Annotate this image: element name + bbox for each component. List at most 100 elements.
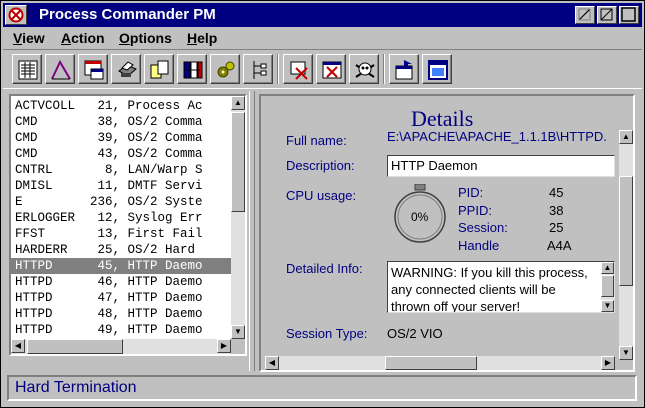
details-pane: Details Full name: E:\APACHE\APACHE_1.1.… — [259, 94, 635, 372]
process-pid: 47, — [82, 291, 128, 305]
process-listbox[interactable]: ACTVCOLL 21, Process Ac CMD 38, OS/2 Comm… — [11, 96, 231, 339]
skull-icon[interactable] — [349, 54, 379, 84]
menu-view[interactable]: View — [13, 30, 45, 46]
menu-action-rest: ction — [71, 30, 105, 46]
window-list-icon[interactable] — [78, 54, 108, 84]
process-description: LAN/Warp S — [127, 163, 203, 177]
process-pid: 21, — [82, 99, 128, 113]
process-row[interactable]: HTTPD 46, HTTP Daemo — [11, 274, 231, 290]
printer-icon[interactable] — [111, 54, 141, 84]
pid-value: 45 — [549, 185, 564, 200]
process-row[interactable]: HTTPD 49, HTTP Daemo — [11, 322, 231, 338]
copy-icon[interactable] — [144, 54, 174, 84]
hide-button[interactable] — [575, 6, 595, 24]
process-description: HTTP Daemo — [127, 307, 203, 321]
gears-icon[interactable] — [210, 54, 240, 84]
process-pid: 46, — [82, 275, 128, 289]
process-name: ERLOGGER — [15, 211, 83, 225]
export-icon[interactable] — [389, 54, 419, 84]
process-row[interactable]: CMD 39, OS/2 Comma — [11, 130, 231, 146]
process-name: E — [15, 195, 83, 209]
process-description: Process Ac — [127, 99, 203, 113]
process-row[interactable]: CNTRL 8, LAN/Warp S — [11, 162, 231, 178]
process-pid: 236, — [82, 195, 128, 209]
process-row[interactable]: ERLOGGER 12, Syslog Err — [11, 210, 231, 226]
detailed-info-field[interactable]: WARNING: If you kill this process, any c… — [387, 261, 615, 313]
scroll-up-arrow-icon[interactable]: ▲ — [231, 96, 245, 110]
menu-help[interactable]: Help — [187, 30, 217, 46]
tree-icon[interactable] — [243, 54, 273, 84]
info-scroll-up-arrow-icon[interactable]: ▲ — [601, 262, 614, 274]
system-menu-icon[interactable] — [5, 5, 27, 25]
details-scroll-up-arrow-icon[interactable]: ▲ — [619, 130, 633, 144]
detailed-info-label: Detailed Info: — [286, 261, 363, 276]
process-description: Syslog Err — [127, 211, 203, 225]
scroll-corner — [231, 339, 245, 354]
pane-splitter[interactable] — [249, 91, 255, 371]
handle-label: Handle — [458, 238, 500, 253]
graph-icon[interactable] — [45, 54, 75, 84]
scroll-left-arrow-icon[interactable]: ◀ — [11, 339, 25, 353]
process-row[interactable]: ACTVCOLL 21, Process Ac — [11, 98, 231, 114]
process-description: HTTP Daemo — [127, 259, 203, 273]
process-description: DMTF Servi — [127, 179, 203, 193]
process-description: OS/2 Comma — [127, 147, 203, 161]
process-row[interactable]: CMD 38, OS/2 Comma — [11, 114, 231, 130]
toolbar — [3, 49, 642, 89]
session-type-value: OS/2 VIO — [387, 326, 443, 341]
process-pid: 48, — [82, 307, 128, 321]
process-pid: 25, — [82, 243, 128, 257]
session-value: 25 — [549, 220, 564, 235]
title-bar[interactable]: Process Commander PM — [3, 3, 642, 27]
process-description: OS/2 Comma — [127, 131, 203, 145]
menu-action[interactable]: Action — [61, 30, 105, 46]
close-window-icon[interactable] — [316, 54, 346, 84]
process-name: CMD — [15, 115, 83, 129]
process-list-vscroll-thumb[interactable] — [231, 112, 245, 212]
list-icon[interactable] — [12, 54, 42, 84]
window-icon[interactable] — [422, 54, 452, 84]
process-pid: 38, — [82, 115, 128, 129]
kill-icon[interactable] — [283, 54, 313, 84]
process-name: HTTPD — [15, 275, 83, 289]
menu-bar: View Action Options Help — [3, 28, 642, 48]
details-vscrollbar[interactable]: ▲ ▼ — [619, 130, 633, 360]
process-list-hscrollbar[interactable]: ◀ ▶ — [11, 339, 231, 354]
scroll-right-arrow-icon[interactable]: ▶ — [217, 339, 231, 353]
details-hscrollbar[interactable]: ◀ ▶ — [265, 356, 615, 370]
status-bar: Hard Termination — [7, 375, 637, 401]
info-scroll-down-arrow-icon[interactable]: ▼ — [601, 300, 614, 312]
details-scroll-right-arrow-icon[interactable]: ▶ — [601, 356, 615, 370]
info-scroll-thumb[interactable] — [601, 275, 614, 297]
process-description: HTTP Daemo — [127, 323, 203, 337]
maximize-button[interactable] — [619, 6, 639, 24]
scroll-down-arrow-icon[interactable]: ▼ — [231, 325, 245, 339]
process-description: First Fail — [127, 227, 203, 241]
process-row[interactable]: E 236, OS/2 Syste — [11, 194, 231, 210]
details-scroll-left-arrow-icon[interactable]: ◀ — [265, 356, 279, 370]
menu-options-rest: ptions — [129, 30, 172, 46]
details-vscroll-thumb[interactable] — [619, 176, 633, 286]
process-name: HARDERR — [15, 243, 83, 257]
process-row[interactable]: FFST 13, First Fail — [11, 226, 231, 242]
details-hscroll-thumb[interactable] — [385, 356, 477, 370]
detailed-info-scrollbar[interactable]: ▲ ▼ — [601, 262, 614, 312]
process-name: HTTPD — [15, 323, 83, 337]
process-row[interactable]: HARDERR 25, OS/2 Hard — [11, 242, 231, 258]
menu-options[interactable]: Options — [119, 30, 172, 46]
process-row[interactable]: HTTPD 45, HTTP Daemo — [11, 258, 231, 274]
process-list-hscroll-thumb[interactable] — [27, 339, 123, 354]
threads-icon[interactable] — [177, 54, 207, 84]
process-name: ACTVCOLL — [15, 99, 83, 113]
handle-value: A4A — [547, 238, 572, 253]
process-name: DMISL — [15, 179, 83, 193]
minimize-button[interactable] — [597, 6, 617, 24]
process-row[interactable]: CMD 43, OS/2 Comma — [11, 146, 231, 162]
details-scroll-down-arrow-icon[interactable]: ▼ — [619, 346, 633, 360]
process-list-vscrollbar[interactable]: ▲ ▼ — [231, 96, 245, 339]
process-row[interactable]: DMISL 11, DMTF Servi — [11, 178, 231, 194]
full-name-label: Full name: — [286, 133, 347, 148]
process-row[interactable]: HTTPD 47, HTTP Daemo — [11, 290, 231, 306]
process-row[interactable]: HTTPD 48, HTTP Daemo — [11, 306, 231, 322]
description-field[interactable]: HTTP Daemon — [387, 155, 615, 177]
